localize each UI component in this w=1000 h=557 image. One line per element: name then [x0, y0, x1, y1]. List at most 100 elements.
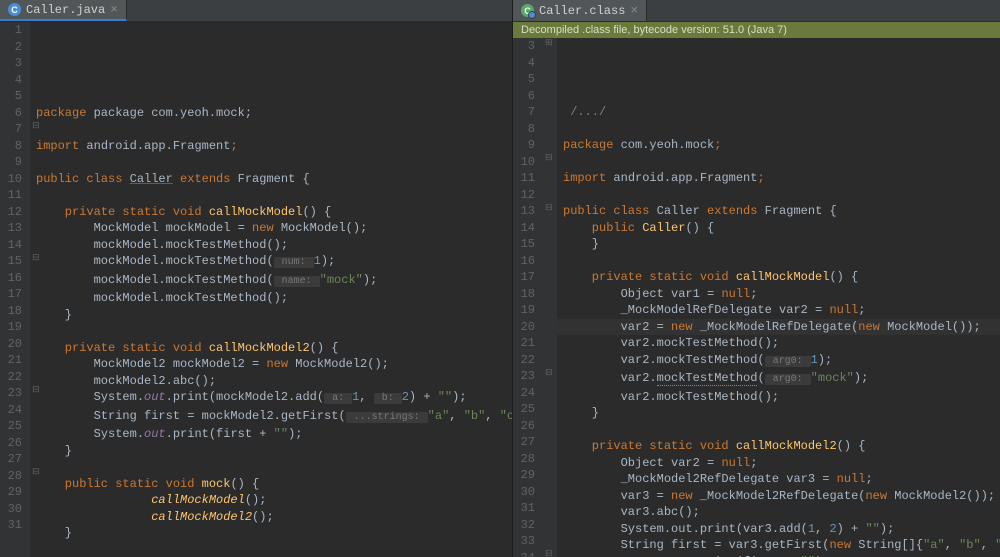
code-text: null	[721, 456, 750, 470]
right-pane: C Caller.class × Decompiled .class file,…	[512, 0, 1000, 557]
code-text: private static void	[563, 439, 736, 453]
code-text: ;	[750, 456, 757, 470]
code-text: .print(first +	[166, 427, 274, 441]
code-text: public static void	[36, 477, 202, 491]
class-name: Caller	[657, 204, 700, 218]
code-text: );	[452, 390, 466, 404]
code-text: );	[321, 254, 335, 268]
code-text: private static void	[36, 341, 209, 355]
fold-icon[interactable]: ⊞	[545, 38, 553, 48]
code-text: System.out.print(var3.add(	[563, 522, 808, 536]
code-text: Object var2 =	[563, 456, 721, 470]
code-text: var2.mockTestMethod(	[563, 353, 765, 367]
code-text: );	[818, 353, 832, 367]
code-text: "c"	[995, 538, 1000, 552]
code-text: 2	[402, 390, 409, 404]
tab-label: Caller.class	[539, 4, 625, 18]
code-text: ();	[245, 493, 267, 507]
code-text: ;	[858, 303, 865, 317]
code-text: mockModel2.abc();	[36, 374, 216, 388]
code-text: 1	[314, 254, 321, 268]
code-text: ();	[252, 510, 274, 524]
fold-icon[interactable]: ⊟	[545, 153, 553, 163]
code-text: callMockModel	[94, 493, 245, 507]
code-text: MockModel2();	[288, 357, 389, 371]
param-hint: ...strings:	[346, 412, 428, 423]
left-code-area[interactable]: package package com.yeoh.mock; import an…	[30, 22, 512, 557]
param-hint: name:	[274, 276, 320, 287]
code-text: _MockModel2RefDelegate(	[693, 489, 866, 503]
code-text: Object var1 =	[563, 287, 721, 301]
class-icon: C	[8, 3, 21, 16]
method-name: mock	[202, 477, 231, 491]
code-text: () {	[685, 221, 714, 235]
param-hint: a:	[324, 393, 352, 404]
code-text: public class	[36, 172, 130, 186]
param-hint: b:	[374, 393, 402, 404]
code-text: new	[266, 357, 288, 371]
method-name: callMockModel2	[736, 439, 837, 453]
code-text: String first = var3.getFirst(	[563, 538, 829, 552]
code-text: ,	[815, 522, 829, 536]
code-text: _MockModelRefDelegate(	[693, 320, 859, 334]
left-tabbar: C Caller.java ×	[0, 0, 512, 22]
code-text: null	[829, 303, 858, 317]
code-text: () {	[837, 439, 866, 453]
code-text: ;	[865, 472, 872, 486]
tab-caller-java[interactable]: C Caller.java ×	[0, 0, 127, 21]
class-file-icon: C	[521, 4, 534, 17]
code-text: new	[865, 489, 887, 503]
code-text: var2.	[563, 371, 657, 385]
code-text: var3.abc();	[563, 505, 700, 519]
code-text: ;	[750, 287, 757, 301]
code-text: mockTestMethod	[657, 371, 758, 386]
code-text: callMockModel2	[94, 510, 252, 524]
code-text: );	[288, 427, 302, 441]
fold-icon[interactable]: ⊟	[545, 368, 553, 378]
code-text: _MockModel2RefDelegate var3 =	[563, 472, 837, 486]
code-text: ""	[865, 522, 879, 536]
code-text: MockModel2());	[887, 489, 995, 503]
code-text: "b"	[959, 538, 981, 552]
code-text: ) +	[837, 522, 866, 536]
right-editor-body: 3456789101112131415161718192021222324252…	[513, 38, 1000, 557]
code-text: ) +	[409, 390, 438, 404]
method-name: callMockModel2	[209, 341, 310, 355]
right-code-area[interactable]: /.../ package com.yeoh.mock; import andr…	[557, 38, 1000, 557]
code-text: () {	[310, 341, 339, 355]
tab-label: Caller.java	[26, 3, 105, 17]
param-hint: arg0:	[765, 356, 811, 367]
close-icon[interactable]: ×	[630, 3, 638, 18]
code-text: MockModel2 mockModel2 =	[36, 357, 266, 371]
right-fold-gutter: ⊞ ⊟ ⊟ ⊟ ⊟	[543, 38, 557, 557]
code-text: MockModel();	[274, 221, 368, 235]
code-text: public class	[563, 204, 657, 218]
param-hint: arg0:	[765, 374, 811, 385]
tab-caller-class[interactable]: C Caller.class ×	[513, 0, 647, 21]
code-text: private static void	[563, 270, 736, 284]
code-text: new	[858, 320, 880, 334]
decompiled-banner: Decompiled .class file, bytecode version…	[513, 22, 1000, 38]
code-text: }	[36, 526, 72, 540]
fold-icon[interactable]: ⊟	[545, 203, 553, 213]
code-text: var3 =	[563, 489, 671, 503]
code-text: .print(mockModel2.add(	[166, 390, 324, 404]
code-text: String[]{	[851, 538, 923, 552]
code-text: MockModel mockModel =	[36, 221, 252, 235]
code-text: new	[671, 320, 693, 334]
code-text: "a"	[428, 409, 450, 423]
code-text: ,	[981, 538, 995, 552]
close-icon[interactable]: ×	[110, 2, 118, 17]
code-text: new	[252, 221, 274, 235]
code-text: "mock"	[320, 273, 363, 287]
code-text: "a"	[923, 538, 945, 552]
code-text: _MockModelRefDelegate var2 =	[563, 303, 829, 317]
code-text: () {	[230, 477, 259, 491]
code-text: package com.yeoh.mock;	[94, 106, 252, 120]
code-text: /.../	[563, 105, 606, 119]
code-text: ,	[359, 390, 373, 404]
code-text: "b"	[464, 409, 486, 423]
code-text: (	[757, 371, 764, 385]
class-name: Caller	[130, 172, 173, 186]
fold-icon[interactable]: ⊟	[545, 549, 553, 557]
